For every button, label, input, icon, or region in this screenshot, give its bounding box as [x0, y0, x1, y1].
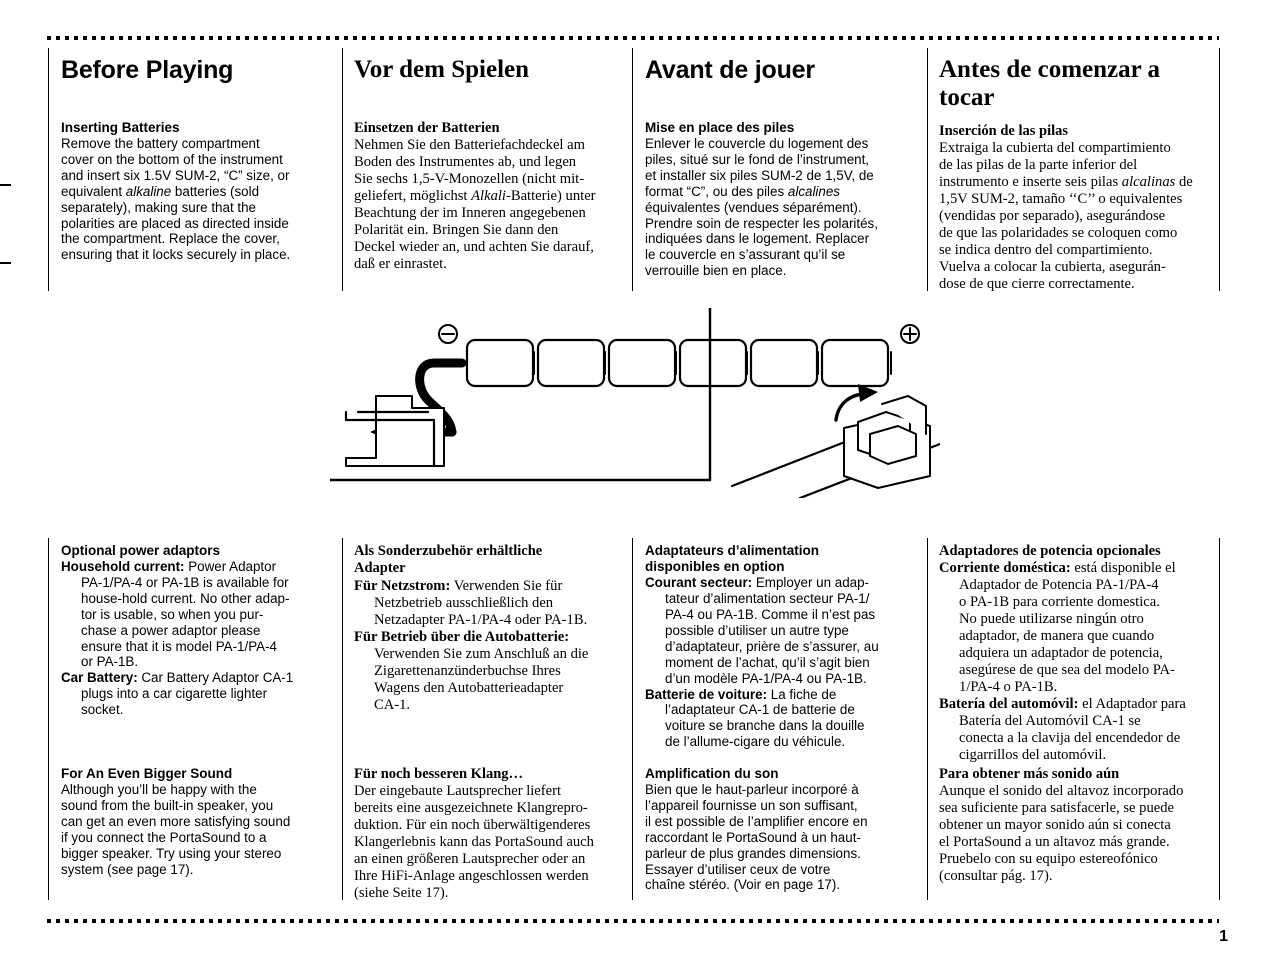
battery-body-de: Nehmen Sie den Batteriefachdeckel am Bod… [354, 137, 620, 273]
adaptor-item-de-0: Für Netzstrom: Verwenden Sie für Netzbet… [354, 578, 620, 629]
adaptor-item-en-0: Household current: Power Adaptor PA-1/PA… [61, 559, 330, 670]
battery-cover-detail [843, 395, 931, 489]
bigger-sound-section-es: Para obtener más sonido aún Aunque el so… [927, 766, 1219, 885]
page-title-en: Before Playing [61, 56, 234, 84]
bigger-sound-section-de: Für noch besseren Klang… Der eingebaute … [342, 766, 632, 902]
bigger-sound-section-fr: Amplification du son Bien que le haut-pa… [632, 766, 927, 893]
battery-body-fr: Enlever le couvercle du logement des pil… [645, 136, 915, 279]
adaptor-section-es: Adaptadores de potencia opcionales Corri… [927, 543, 1219, 764]
adaptor-item-de-1: Für Betrieb über die Autobatterie: Verwe… [354, 629, 620, 714]
adaptor-heading-en: Optional power adaptors [61, 543, 221, 558]
battery-body-italic-de: Alkali [471, 188, 506, 205]
battery-body-italic-es: alcalinas [1121, 174, 1176, 191]
battery-heading-fr: Mise en place des piles [645, 120, 795, 135]
bigger-sound-body-en: Although you’ll be happy with the sound … [61, 782, 291, 877]
battery-section-de: Einsetzen der Batterien Nehmen Sie den B… [342, 120, 632, 273]
crop-mark-lower [0, 262, 11, 264]
battery-body-italic-fr: alcalines [787, 183, 840, 199]
battery-heading-en: Inserting Batteries [61, 120, 180, 135]
battery-body-es: Extraiga la cubierta del compartimiento … [939, 140, 1207, 293]
page-title-fr: Avant de jouer [645, 56, 815, 84]
minus-terminal-icon [438, 324, 458, 344]
bigger-sound-section-en: For An Even Bigger Sound Although you’ll… [48, 766, 342, 877]
battery-body-post-es: de 1,5V SUM-2, tamaño ‘‘C’’ o equivalent… [939, 174, 1193, 293]
adaptor-item-en-1: Car Battery: Car Battery Adaptor CA-1 pl… [61, 670, 330, 718]
adaptor-heading-de: Als Sonderzubehör erhältliche Adapter [354, 543, 543, 577]
adaptor-item-label-de-1: Für Betrieb über die Autobatterie: [354, 628, 570, 645]
adaptor-item-label-en-0: Household current: [61, 559, 185, 575]
adaptor-item-label-fr-1: Batterie de voiture: [645, 686, 768, 702]
adaptor-heading-fr: Adaptateurs d’alimentation disponibles e… [645, 543, 820, 575]
adaptor-item-text-de-1: Verwenden Sie zum Anschluß an die Zigare… [374, 645, 589, 713]
bigger-sound-heading-en: For An Even Bigger Sound [61, 766, 233, 781]
adaptor-item-label-de-0: Für Netzstrom: [354, 577, 451, 594]
bigger-sound-body-fr: Bien que le haut-parleur incorporé à l’a… [645, 782, 868, 893]
bigger-sound-body-de: Der eingebaute Lautsprecher liefert bere… [354, 783, 594, 902]
manual-page: Before Playing Inserting Batteries Remov… [0, 0, 1266, 954]
bigger-sound-heading-es: Para obtener más sonido aún [939, 766, 1120, 782]
adaptor-item-label-fr-0: Courant secteur: [645, 575, 753, 591]
plus-terminal-icon [900, 324, 920, 344]
adaptor-section-de: Als Sonderzubehör erhältliche Adapter Fü… [342, 543, 632, 714]
column-rule-bottom-5 [1219, 538, 1220, 900]
adaptor-item-text-fr-0: Employer un adap- tateur d’alimentation … [665, 575, 879, 686]
adaptor-item-label-en-1: Car Battery: [61, 670, 138, 686]
page-number: 1 [1219, 928, 1228, 945]
battery-heading-de: Einsetzen der Batterien [354, 120, 500, 136]
adaptor-section-en: Optional power adaptors Household curren… [48, 543, 342, 718]
page-title-es: Antes de comenzar a tocar [939, 56, 1161, 111]
section-title-en: Before Playing [48, 56, 342, 84]
adaptor-item-text-es-0: está disponible el Adaptador de Potencia… [959, 560, 1176, 696]
adaptor-item-label-es-0: Corriente doméstica: [939, 560, 1071, 577]
adaptor-heading-es: Adaptadores de potencia opcionales [939, 543, 1161, 559]
battery-body-italic-en: alkaline [125, 183, 172, 199]
bottom-dotted-rule [47, 919, 1219, 923]
section-title-es: Antes de comenzar a tocar [927, 56, 1219, 112]
top-dotted-rule [47, 36, 1219, 40]
crop-mark-upper [0, 184, 11, 186]
adaptor-item-fr-1: Batterie de voiture: La fiche de l’adapt… [645, 687, 915, 751]
bigger-sound-heading-fr: Amplification du son [645, 766, 779, 781]
adaptor-item-es-0: Corriente doméstica: está disponible el … [939, 560, 1207, 696]
adaptor-item-text-en-0: Power Adaptor PA-1/PA-4 or PA-1B is avai… [81, 559, 290, 670]
section-title-fr: Avant de jouer [632, 56, 927, 84]
page-title-de: Vor dem Spielen [354, 56, 530, 83]
battery-body-post-fr: équivalentes (vendues séparément). Prend… [645, 199, 878, 279]
bigger-sound-body-es: Aunque el sonido del altavoz incorporado… [939, 783, 1184, 885]
adaptor-item-es-1: Batería del automóvil: el Adaptador para… [939, 696, 1207, 764]
battery-body-en: Remove the battery compartment cover on … [61, 136, 330, 263]
battery-section-es: Inserción de las pilas Extraiga la cubie… [927, 123, 1219, 293]
battery-section-fr: Mise en place des piles Enlever le couve… [632, 120, 927, 279]
adaptor-item-fr-0: Courant secteur: Employer un adap- tateu… [645, 575, 915, 686]
battery-heading-es: Inserción de las pilas [939, 123, 1069, 139]
bigger-sound-heading-de: Für noch besseren Klang… [354, 766, 524, 782]
battery-section-en: Inserting Batteries Remove the battery c… [48, 120, 342, 263]
section-title-de: Vor dem Spielen [342, 56, 632, 84]
adaptor-item-label-es-1: Batería del automóvil: [939, 696, 1079, 713]
column-rule-top-5 [1219, 48, 1220, 291]
battery-compartment-illustration [328, 306, 942, 500]
adaptor-section-fr: Adaptateurs d’alimentation disponibles e… [632, 543, 927, 750]
